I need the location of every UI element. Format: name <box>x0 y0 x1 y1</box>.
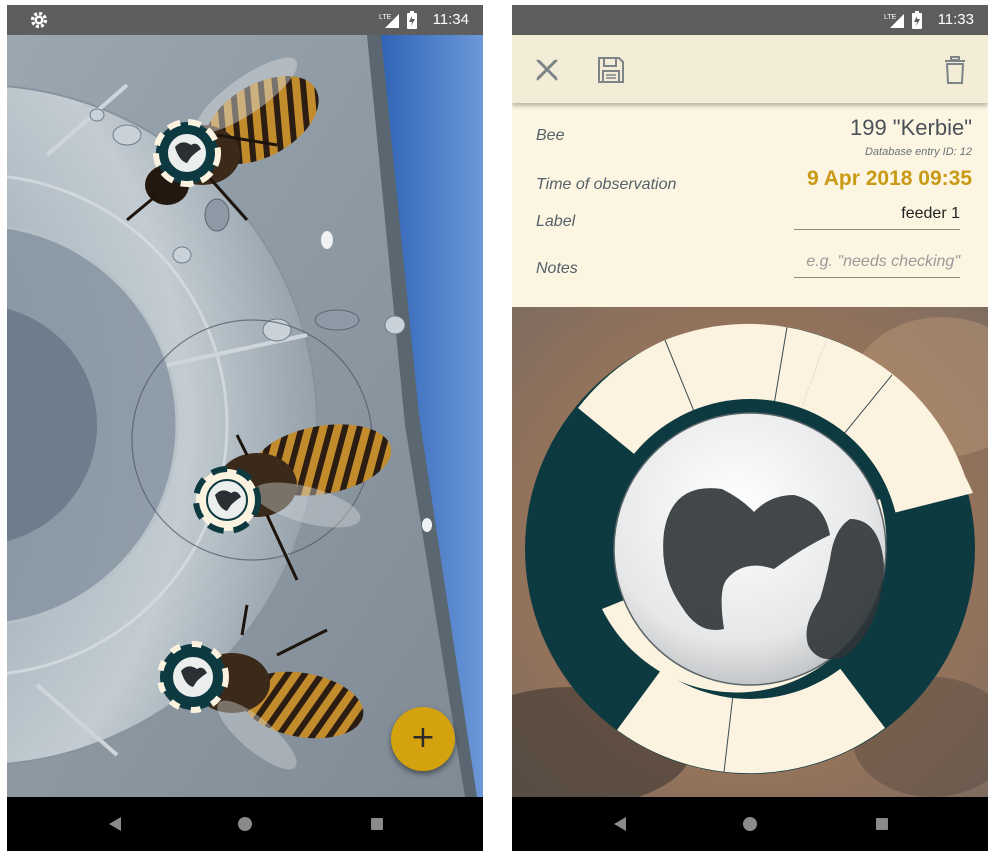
recents-icon[interactable] <box>868 810 896 838</box>
time-label: Time of observation <box>536 176 677 193</box>
status-bar: LTE 11:34 <box>7 5 483 35</box>
tag-marker-2[interactable] <box>193 466 261 534</box>
camera-view[interactable] <box>7 35 483 797</box>
svg-text:LTE: LTE <box>884 14 897 21</box>
home-icon[interactable] <box>231 810 259 838</box>
gear-icon[interactable] <box>29 10 49 30</box>
observation-form: Bee 199 "Kerbie" Database entry ID: 12 T… <box>512 103 988 307</box>
observation-screen: Bee 199 "Kerbie" Database entry ID: 12 T… <box>512 5 988 851</box>
bee-id-value[interactable]: 199 "Kerbie" <box>850 115 972 141</box>
battery-icon <box>407 11 417 29</box>
observation-time[interactable]: 9 Apr 2018 09:35 <box>807 167 972 191</box>
back-icon[interactable] <box>606 810 634 838</box>
status-time: 11:33 <box>937 11 974 28</box>
tag-marker-3[interactable] <box>157 641 229 713</box>
database-entry-id: Database entry ID: 12 <box>864 146 972 158</box>
svg-text:LTE: LTE <box>379 14 392 21</box>
bee-label: Bee <box>536 127 565 144</box>
save-icon[interactable] <box>596 55 626 85</box>
tag-editor[interactable] <box>512 307 988 807</box>
home-icon[interactable] <box>736 810 764 838</box>
status-time: 11:34 <box>432 11 469 28</box>
battery-icon <box>912 11 922 29</box>
close-icon[interactable] <box>532 55 562 85</box>
signal-icon: LTE <box>379 12 401 28</box>
label-field[interactable]: feeder 1 <box>794 205 960 230</box>
add-button[interactable]: + <box>391 707 455 771</box>
camera-screen: LTE 11:34 + <box>7 5 483 851</box>
plus-icon: + <box>410 720 436 755</box>
trash-icon[interactable] <box>940 55 970 85</box>
status-bar: LTE 11:33 <box>512 5 988 35</box>
recents-icon[interactable] <box>363 810 391 838</box>
tag-marker-1[interactable] <box>153 119 221 187</box>
navigation-bar <box>7 797 483 851</box>
back-icon[interactable] <box>101 810 129 838</box>
notes-field[interactable]: e.g. "needs checking" <box>794 253 960 278</box>
signal-icon: LTE <box>884 12 906 28</box>
label-label: Label <box>536 213 576 230</box>
toolbar <box>512 35 988 103</box>
navigation-bar <box>512 797 988 851</box>
notes-label: Notes <box>536 260 578 277</box>
